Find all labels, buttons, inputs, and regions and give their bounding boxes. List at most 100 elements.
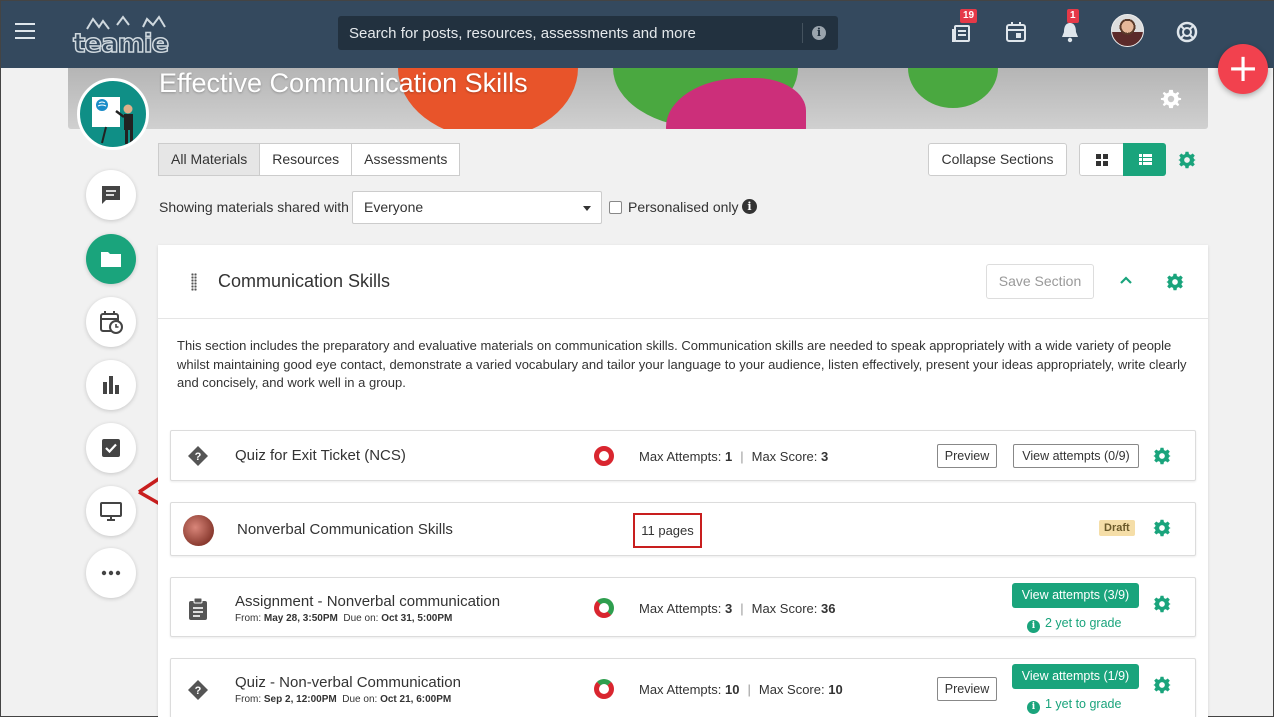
sidebar-schedule[interactable] bbox=[86, 297, 136, 347]
info-icon: i bbox=[1027, 620, 1040, 633]
menu-icon[interactable] bbox=[15, 23, 35, 39]
yet-to-grade-label: 2 yet to grade bbox=[1045, 616, 1122, 630]
library-badge: 19 bbox=[960, 9, 978, 23]
sidebar-classroom[interactable] bbox=[86, 486, 136, 536]
yet-to-grade-link[interactable]: i 2 yet to grade bbox=[1027, 616, 1121, 633]
sidebar-assessments[interactable] bbox=[86, 423, 136, 473]
material-item-quiz-nonverbal[interactable]: ? Quiz - Non-verbal Communication From: … bbox=[170, 658, 1196, 717]
section-title: Communication Skills bbox=[218, 271, 391, 291]
progress-ring-icon bbox=[594, 598, 614, 618]
item-meta: Max Attempts: 10 | Max Score: 10 bbox=[639, 682, 843, 697]
collapse-sections-button[interactable]: Collapse Sections bbox=[928, 143, 1067, 176]
max-attempts-value: 1 bbox=[725, 449, 733, 464]
chevron-up-icon[interactable] bbox=[1119, 275, 1133, 285]
bell-icon[interactable] bbox=[1058, 20, 1082, 44]
max-attempts-label: Max Attempts: bbox=[639, 682, 722, 697]
from-value: Sep 2, 12:00PM bbox=[263, 694, 337, 705]
item-title[interactable]: Assignment - Nonverbal communication bbox=[235, 593, 500, 610]
item-settings-gear-icon[interactable] bbox=[1153, 447, 1171, 465]
due-label: Due on: bbox=[343, 613, 379, 624]
material-filter-tabs: All Materials Resources Assessments bbox=[158, 143, 461, 176]
from-label: From: bbox=[235, 613, 262, 624]
personalised-info-icon[interactable]: i bbox=[742, 199, 757, 214]
section-settings-gear-icon[interactable] bbox=[1166, 273, 1184, 291]
material-item-quiz-exit-ticket[interactable]: ? Quiz for Exit Ticket (NCS) Max Attempt… bbox=[170, 430, 1196, 481]
item-settings-gear-icon[interactable] bbox=[1153, 595, 1171, 613]
quiz-icon: ? bbox=[188, 446, 208, 466]
support-icon[interactable] bbox=[1175, 20, 1199, 44]
draft-badge: Draft bbox=[1099, 520, 1135, 536]
search-bar[interactable]: i bbox=[338, 16, 838, 50]
assignment-icon bbox=[189, 598, 207, 620]
item-title[interactable]: Quiz for Exit Ticket (NCS) bbox=[235, 447, 406, 464]
page-count-annotation: 11 pages bbox=[633, 513, 702, 548]
view-attempts-button[interactable]: View attempts (1/9) bbox=[1012, 664, 1139, 689]
search-input[interactable] bbox=[338, 16, 800, 50]
search-divider bbox=[802, 23, 803, 43]
view-attempts-button[interactable]: View attempts (0/9) bbox=[1013, 444, 1139, 468]
sidebar-more[interactable] bbox=[86, 548, 136, 598]
quiz-icon: ? bbox=[188, 680, 208, 700]
top-bar: teamie i 19 1 bbox=[1, 1, 1274, 68]
svg-text:?: ? bbox=[195, 451, 202, 463]
yet-to-grade-link[interactable]: i 1 yet to grade bbox=[1027, 697, 1121, 714]
banner-shape-green-2 bbox=[908, 68, 998, 108]
due-value: Oct 21, 6:00PM bbox=[380, 694, 452, 705]
section-card: Communication Skills Save Section This s… bbox=[158, 245, 1208, 717]
personalised-only-checkbox[interactable] bbox=[609, 201, 622, 214]
max-score-value: 10 bbox=[828, 682, 843, 697]
library-icon[interactable] bbox=[950, 20, 974, 44]
max-attempts-value: 3 bbox=[725, 601, 733, 616]
sidebar-posts[interactable] bbox=[86, 170, 136, 220]
from-value: May 28, 3:50PM bbox=[263, 613, 338, 624]
tab-assessments[interactable]: Assessments bbox=[351, 143, 461, 176]
from-label: From: bbox=[235, 694, 262, 705]
preview-button[interactable]: Preview bbox=[937, 444, 997, 468]
posts-icon bbox=[102, 186, 120, 204]
view-toggle bbox=[1079, 143, 1166, 176]
course-settings-gear-icon[interactable] bbox=[1160, 88, 1182, 110]
drag-handle-icon[interactable] bbox=[191, 273, 197, 291]
course-avatar[interactable] bbox=[77, 78, 149, 150]
list-view-button[interactable] bbox=[1122, 143, 1166, 176]
user-avatar[interactable] bbox=[1111, 14, 1144, 47]
material-item-assignment[interactable]: Assignment - Nonverbal communication Fro… bbox=[170, 577, 1196, 637]
item-settings-gear-icon[interactable] bbox=[1153, 676, 1171, 694]
section-header: Communication Skills Save Section bbox=[158, 245, 1208, 319]
item-title[interactable]: Quiz - Non-verbal Communication bbox=[235, 674, 461, 691]
max-score-label: Max Score: bbox=[758, 682, 825, 697]
item-dates: From: May 28, 3:50PM Due on: Oct 31, 5:0… bbox=[235, 613, 452, 624]
tab-all-materials[interactable]: All Materials bbox=[158, 143, 261, 176]
teamie-logo[interactable]: teamie bbox=[72, 15, 170, 60]
grid-view-button[interactable] bbox=[1079, 143, 1123, 176]
search-info-icon[interactable]: i bbox=[812, 26, 826, 40]
preview-button[interactable]: Preview bbox=[937, 677, 997, 701]
sidebar-gradebook[interactable] bbox=[86, 360, 136, 410]
view-attempts-button[interactable]: View attempts (3/9) bbox=[1012, 583, 1139, 608]
item-dates: From: Sep 2, 12:00PM Due on: Oct 21, 6:0… bbox=[235, 694, 451, 705]
gradebook-icon bbox=[103, 376, 119, 394]
schedule-icon bbox=[100, 311, 123, 334]
calendar-icon[interactable] bbox=[1004, 20, 1028, 44]
max-attempts-value: 10 bbox=[725, 682, 740, 697]
logo-text: teamie bbox=[72, 28, 170, 60]
item-meta: Max Attempts: 1 | Max Score: 3 bbox=[639, 449, 829, 464]
notification-badge: 1 bbox=[1067, 9, 1079, 23]
max-attempts-label: Max Attempts: bbox=[639, 601, 722, 616]
view-settings-gear-icon[interactable] bbox=[1178, 151, 1196, 169]
chevron-down-icon bbox=[583, 206, 591, 211]
course-title: Effective Communication Skills bbox=[159, 68, 528, 98]
item-title[interactable]: Nonverbal Communication Skills bbox=[237, 521, 453, 538]
save-section-button[interactable]: Save Section bbox=[986, 264, 1094, 299]
list-icon bbox=[1138, 154, 1152, 165]
materials-icon bbox=[101, 252, 121, 267]
info-icon: i bbox=[1027, 701, 1040, 714]
section-description: This section includes the preparatory an… bbox=[177, 338, 1187, 390]
add-button[interactable]: + bbox=[1218, 44, 1268, 94]
audience-select[interactable]: Everyone bbox=[352, 191, 602, 224]
classroom-icon bbox=[100, 502, 122, 521]
grid-icon bbox=[1096, 154, 1108, 166]
tab-resources[interactable]: Resources bbox=[259, 143, 353, 176]
item-settings-gear-icon[interactable] bbox=[1153, 519, 1171, 537]
sidebar-materials[interactable] bbox=[86, 234, 136, 284]
